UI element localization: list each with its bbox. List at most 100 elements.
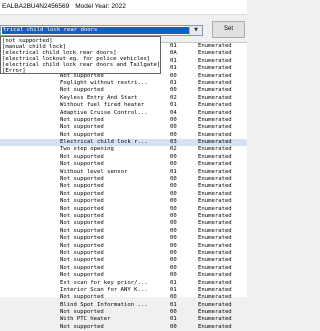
table-row[interactable]: Not supported 00 Enumerated [0, 257, 247, 264]
row-value: 00 [170, 176, 177, 183]
row-value: 0A [170, 50, 177, 57]
chevron-down-icon[interactable]: ▼ [189, 26, 202, 35]
table-row[interactable]: Not supported 00 Enumerated [0, 87, 247, 94]
table-row[interactable]: Not supported 00 Enumerated [0, 243, 247, 250]
table-row[interactable]: Keyless Entry And Start 02 Enumerated [0, 95, 247, 102]
row-value: 00 [170, 87, 177, 94]
row-value: 02 [170, 146, 177, 153]
row-value: 01 [170, 57, 177, 64]
table-row[interactable]: Blind Spot Information ... 01 Enumerated [0, 302, 247, 309]
row-value: 00 [170, 198, 177, 205]
table-row[interactable]: Not supported 00 Enumerated [0, 294, 247, 301]
table-row[interactable]: Not supported 00 Enumerated [0, 198, 247, 205]
row-value: 01 [170, 279, 177, 286]
table-row[interactable]: Ext scan for key prior/... 01 Enumerated [0, 280, 247, 287]
row-type: Enumerated [198, 301, 232, 308]
table-row[interactable]: Not supported 00 Enumerated [0, 235, 247, 242]
table-row[interactable]: Not supported 00 Enumerated [0, 228, 247, 235]
row-value: 01 [170, 65, 177, 72]
table-row[interactable]: Without fuel fired heater 01 Enumerated [0, 102, 247, 109]
table-row[interactable]: Not supported 00 Enumerated [0, 206, 247, 213]
dropdown-option[interactable]: [Error] [1, 68, 160, 74]
table-row[interactable]: Not supported 00 Enumerated [0, 191, 247, 198]
row-value: 00 [170, 294, 177, 301]
row-type: Enumerated [198, 43, 232, 49]
table-row[interactable]: Not supported 00 Enumerated [0, 213, 247, 220]
row-value: 01 [170, 79, 177, 86]
table-row[interactable]: Not supported 00 Enumerated [0, 154, 247, 161]
table-row[interactable]: Not supported 00 Enumerated [0, 309, 247, 316]
set-button[interactable]: Set [212, 21, 245, 38]
row-value: 00 [170, 257, 177, 264]
row-value: 00 [170, 323, 177, 330]
row-type: Enumerated [198, 227, 232, 234]
row-type: Enumerated [198, 190, 232, 197]
table-row[interactable]: Not supported 00 Enumerated [0, 250, 247, 257]
row-value: 01 [170, 43, 177, 49]
row-type: Enumerated [198, 249, 232, 256]
row-value: 00 [170, 242, 177, 249]
row-value: 00 [170, 235, 177, 242]
row-type: Enumerated [198, 50, 232, 57]
row-value: 03 [170, 139, 177, 146]
table-row[interactable]: Not supported 00 Enumerated [0, 124, 247, 131]
row-type: Enumerated [198, 102, 232, 109]
row-value: 01 [170, 316, 177, 323]
row-type: Enumerated [198, 72, 232, 79]
row-type: Enumerated [198, 235, 232, 242]
table-row[interactable]: Adaptive Cruise Control... 04 Enumerated [0, 110, 247, 117]
model-year-text: Model Year: 2022 [75, 3, 126, 10]
table-row[interactable]: Two step opening 02 Enumerated [0, 146, 247, 153]
row-type: Enumerated [198, 220, 232, 227]
row-type: Enumerated [198, 87, 232, 94]
row-type: Enumerated [198, 161, 232, 168]
table-row[interactable]: Not supported 00 Enumerated [0, 220, 247, 227]
row-value: 00 [170, 205, 177, 212]
row-value: 00 [170, 249, 177, 256]
row-type: Enumerated [198, 116, 232, 123]
row-value: 00 [170, 153, 177, 160]
row-value: 00 [170, 227, 177, 234]
table-row[interactable]: Not supported 00 Enumerated [0, 324, 247, 331]
table-row[interactable]: Not supported 00 Enumerated [0, 117, 247, 124]
table-row[interactable]: Electrical child lock r... 03 Enumerated [0, 139, 247, 147]
row-type: Enumerated [198, 153, 232, 160]
config-option-dropdown[interactable]: trical child lock rear doors ▼ [0, 25, 203, 36]
row-type: Enumerated [198, 139, 232, 146]
row-type: Enumerated [198, 242, 232, 249]
dropdown-selected-value: trical child lock rear doors [2, 27, 189, 34]
row-type: Enumerated [198, 316, 232, 323]
table-row[interactable]: Not supported 00 Enumerated [0, 265, 247, 272]
row-value: 00 [170, 190, 177, 197]
row-value: 01 [170, 102, 177, 109]
table-row[interactable]: Not supported 00 Enumerated [0, 132, 247, 139]
row-type: Enumerated [198, 168, 232, 175]
vin-text: EALBA2BU4N2456569 [2, 3, 70, 10]
table-row[interactable]: Foglight without restri... 01 Enumerated [0, 80, 247, 87]
table-row[interactable]: Interior Scan for ANY K... 01 Enumerated [0, 287, 247, 294]
table-row[interactable]: With PTC heater 01 Enumerated [0, 316, 247, 323]
row-value: 00 [170, 212, 177, 219]
dropdown-options-list: [not supported] [manual child lock] [ele… [0, 36, 161, 74]
row-type: Enumerated [198, 57, 232, 64]
row-type: Enumerated [198, 94, 232, 101]
table-row[interactable]: Not supported 00 Enumerated [0, 272, 247, 279]
row-type: Enumerated [198, 79, 232, 86]
row-type: Enumerated [198, 109, 232, 116]
row-type: Enumerated [198, 286, 232, 293]
row-type: Enumerated [198, 309, 232, 316]
row-type: Enumerated [198, 146, 232, 153]
table-row[interactable]: Not supported 00 Enumerated [0, 176, 247, 183]
row-type: Enumerated [198, 198, 232, 205]
row-type: Enumerated [198, 264, 232, 271]
row-value: 02 [170, 94, 177, 101]
config-table: Seat Massage not Fitted01EnumeratedMatri… [0, 42, 247, 330]
row-value: 00 [170, 131, 177, 138]
row-type: Enumerated [198, 65, 232, 72]
row-value: 00 [170, 183, 177, 190]
table-row[interactable]: Not supported 00 Enumerated [0, 161, 247, 168]
row-value: 00 [170, 72, 177, 79]
row-value: 00 [170, 116, 177, 123]
table-row[interactable]: Not supported 00 Enumerated [0, 183, 247, 190]
table-row[interactable]: Without level sensor 01 Enumerated [0, 169, 247, 176]
